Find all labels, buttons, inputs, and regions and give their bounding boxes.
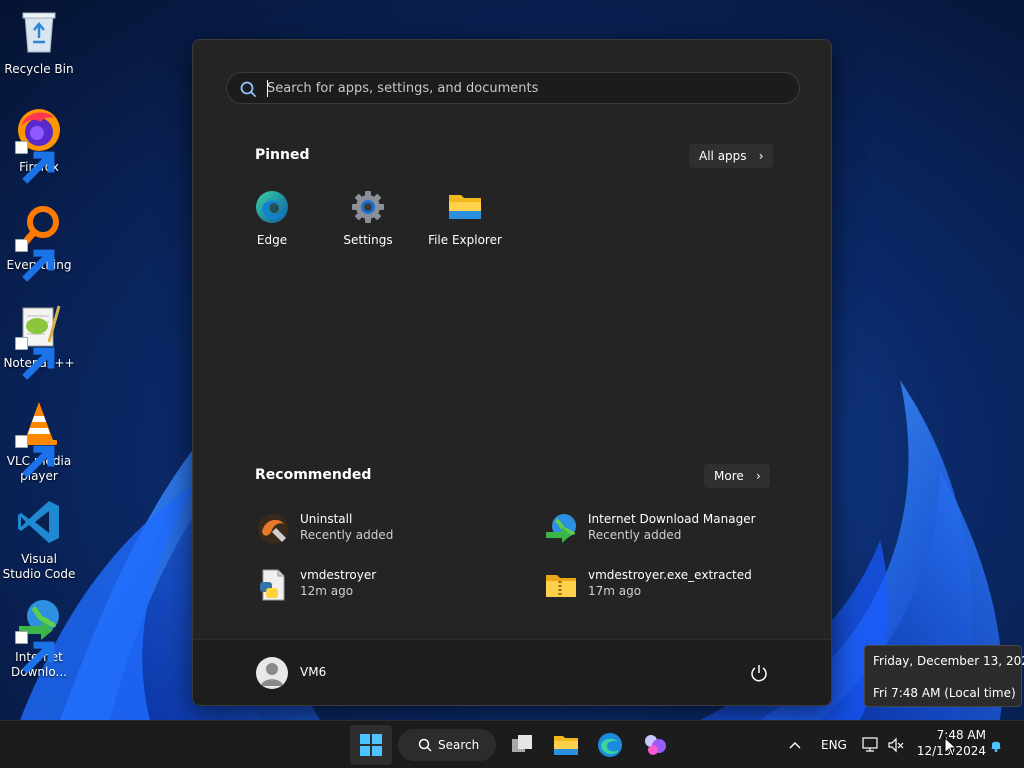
recommended-item-name: vmdestroyer.exe_extracted bbox=[588, 568, 752, 582]
folder-icon bbox=[449, 195, 481, 219]
language-indicator[interactable]: ENG bbox=[821, 738, 847, 752]
task-view-icon bbox=[512, 735, 532, 752]
recommended-item-vmdestroyer-extracted[interactable]: vmdestroyer.exe_extracted 17m ago bbox=[544, 564, 804, 608]
shortcut-arrow-icon bbox=[15, 141, 55, 184]
edge-icon bbox=[256, 191, 288, 223]
desktop-icon-notepad-plus-plus[interactable]: Notepad++ bbox=[2, 302, 76, 380]
app-icon bbox=[645, 735, 666, 755]
search-icon bbox=[240, 81, 256, 97]
task-view-button[interactable] bbox=[504, 725, 540, 765]
pinned-app-label: Edge bbox=[256, 233, 288, 247]
all-apps-button[interactable]: All apps › bbox=[689, 144, 773, 168]
network-icon[interactable] bbox=[862, 736, 880, 754]
taskbar-edge[interactable] bbox=[591, 725, 629, 765]
clock-tooltip: Friday, December 13, 2024 Fri 7:48 AM (L… bbox=[864, 645, 1024, 707]
pinned-app-label: File Explorer bbox=[428, 233, 502, 247]
taskbar-search-button[interactable]: Search bbox=[398, 729, 496, 761]
notification-bell-icon[interactable] bbox=[989, 738, 1003, 752]
python-file-icon bbox=[260, 569, 285, 601]
shortcut-arrow-icon bbox=[15, 435, 55, 478]
desktop-icon-label: Recycle Bin bbox=[4, 62, 74, 76]
recommended-item-name: Internet Download Manager bbox=[588, 512, 756, 526]
desktop-icon-vscode[interactable]: Visual Studio Code bbox=[2, 498, 76, 582]
pinned-app-label: Settings bbox=[343, 233, 393, 247]
search-input[interactable] bbox=[267, 73, 787, 103]
recommended-item-subtitle: Recently added bbox=[588, 528, 682, 542]
desktop-icon-firefox[interactable]: Firefox bbox=[2, 106, 76, 184]
pinned-title: Pinned bbox=[255, 147, 310, 163]
mouse-cursor-icon bbox=[944, 737, 958, 757]
more-button[interactable]: More › bbox=[704, 464, 770, 488]
recommended-title: Recommended bbox=[255, 467, 372, 483]
desktop-icon-recycle-bin[interactable]: Recycle Bin bbox=[2, 8, 76, 77]
recommended-item-idm[interactable]: Internet Download Manager Recently added bbox=[544, 508, 804, 552]
desktop-icon-label: Visual Studio Code bbox=[2, 552, 76, 581]
folder-icon bbox=[554, 736, 578, 755]
user-name[interactable]: VM6 bbox=[300, 665, 326, 679]
zip-folder-icon bbox=[546, 575, 576, 597]
pinned-app-file-explorer[interactable]: File Explorer bbox=[417, 189, 513, 247]
more-label: More bbox=[714, 469, 744, 483]
recommended-item-name: Uninstall bbox=[300, 512, 353, 526]
start-menu-footer: VM6 bbox=[193, 639, 831, 705]
edge-icon bbox=[598, 733, 622, 757]
tooltip-time: Fri 7:48 AM (Local time) bbox=[873, 686, 1016, 700]
recommended-item-vmdestroyer[interactable]: vmdestroyer 12m ago bbox=[256, 564, 516, 608]
start-search-box[interactable] bbox=[226, 72, 800, 104]
recommended-item-subtitle: 12m ago bbox=[300, 584, 354, 598]
volume-muted-icon[interactable] bbox=[887, 736, 905, 754]
desktop-icon-internet-download-manager[interactable]: Internet Downlo... bbox=[2, 596, 76, 680]
start-menu: Pinned All apps › Edge bbox=[192, 39, 832, 706]
user-avatar[interactable] bbox=[256, 657, 288, 689]
shortcut-arrow-icon bbox=[15, 239, 55, 282]
windows-logo-icon bbox=[360, 734, 382, 756]
start-button[interactable] bbox=[350, 725, 392, 765]
chevron-right-icon: › bbox=[758, 149, 764, 163]
recommended-item-uninstall[interactable]: Uninstall Recently added bbox=[256, 508, 516, 552]
recommended-item-subtitle: 17m ago bbox=[588, 584, 642, 598]
recommended-item-name: vmdestroyer bbox=[300, 568, 377, 582]
recommended-item-subtitle: Recently added bbox=[300, 528, 394, 542]
shortcut-arrow-icon bbox=[15, 337, 55, 380]
user-icon bbox=[261, 663, 283, 686]
taskbar-file-explorer[interactable] bbox=[547, 725, 585, 765]
gear-icon bbox=[352, 191, 384, 223]
desktop-icon-everything[interactable]: Everything bbox=[2, 204, 76, 282]
taskbar-app-switcher[interactable] bbox=[636, 725, 674, 765]
chevron-right-icon: › bbox=[755, 469, 761, 483]
search-icon bbox=[418, 738, 432, 752]
chevron-up-icon[interactable] bbox=[789, 741, 801, 749]
all-apps-label: All apps bbox=[699, 149, 747, 163]
shortcut-arrow-icon bbox=[15, 631, 55, 674]
uninstall-icon bbox=[258, 514, 288, 544]
idm-icon bbox=[546, 514, 576, 543]
pinned-app-settings[interactable]: Settings bbox=[320, 189, 416, 247]
tooltip-date: Friday, December 13, 2024 bbox=[873, 654, 1024, 668]
recycle-bin-icon bbox=[22, 12, 56, 53]
power-icon[interactable] bbox=[749, 663, 769, 683]
taskbar-search-label: Search bbox=[438, 738, 480, 752]
desktop-icon-vlc[interactable]: VLC media player bbox=[2, 400, 76, 484]
vscode-icon bbox=[18, 501, 59, 543]
pinned-app-edge[interactable]: Edge bbox=[224, 189, 320, 247]
taskbar: Search ENG 7:48 AM bbox=[0, 720, 1024, 768]
